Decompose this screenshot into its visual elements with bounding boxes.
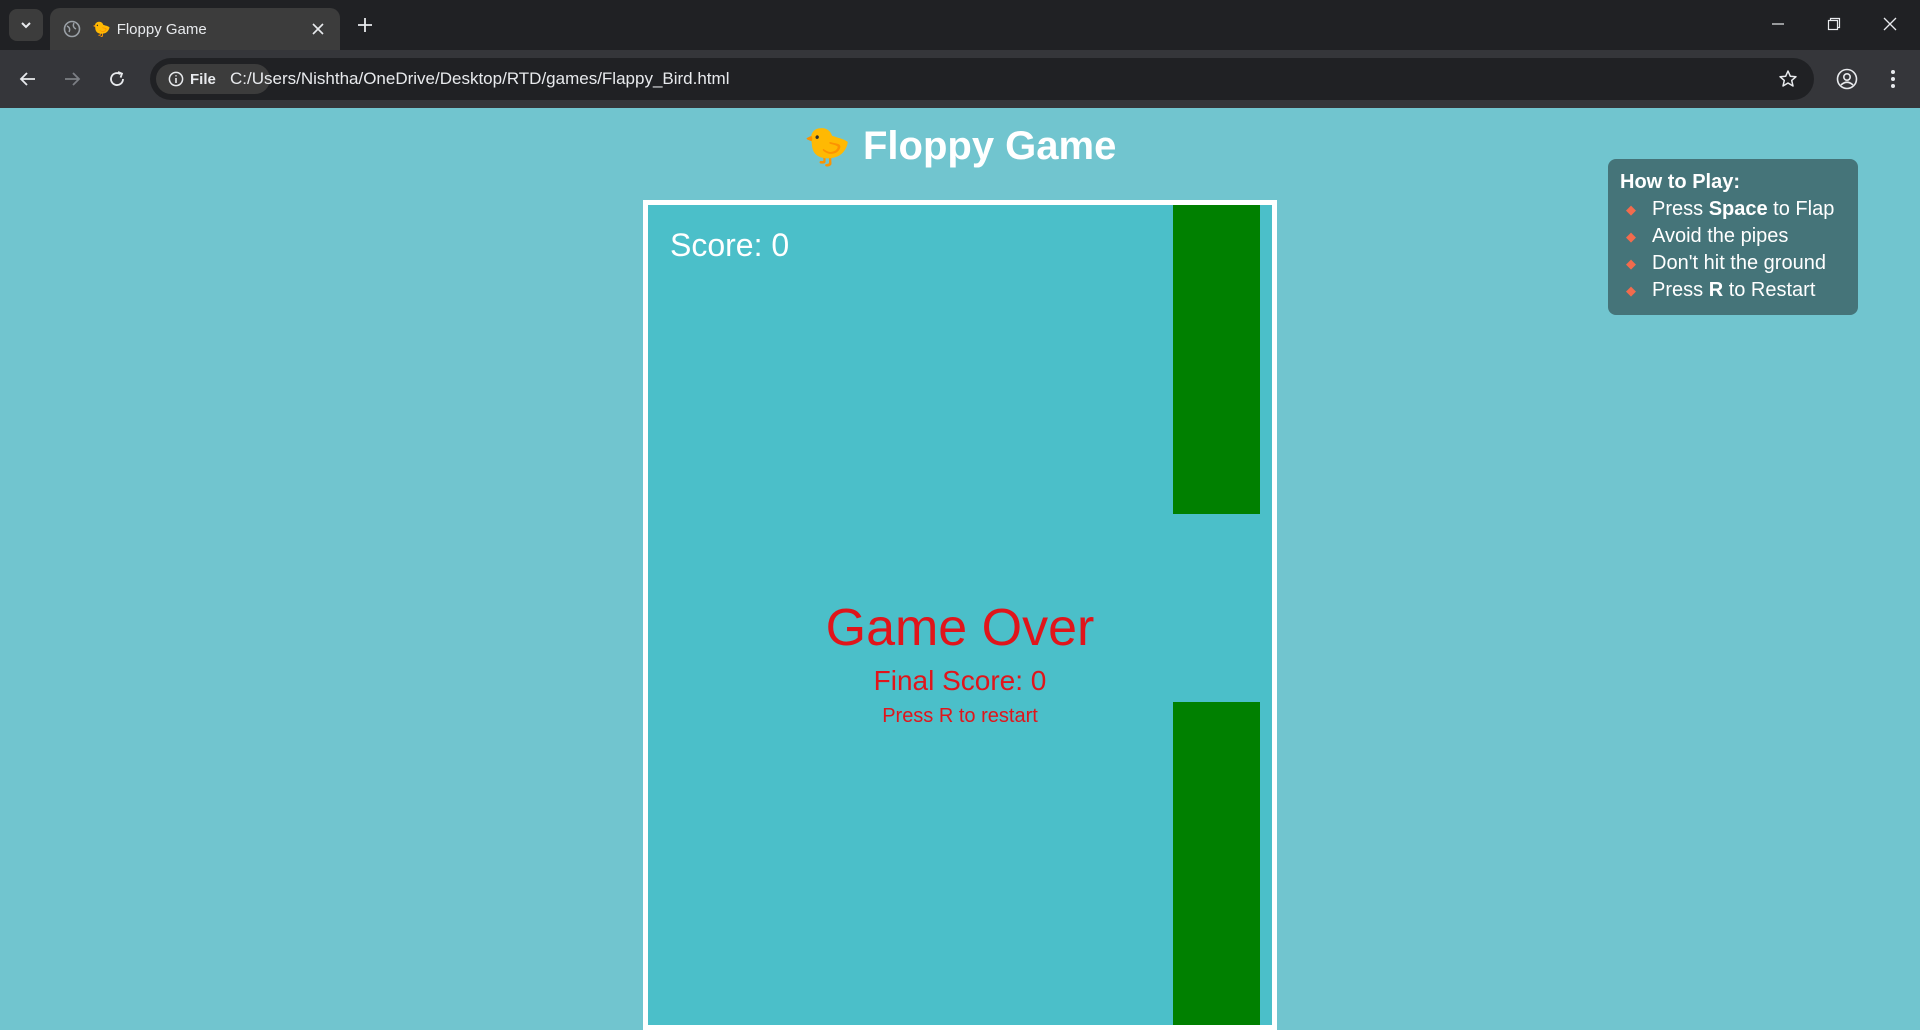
tab-favicon: 🐤 bbox=[92, 21, 111, 38]
browser-toolbar: File C:/Users/Nishtha/OneDrive/Desktop/R… bbox=[0, 50, 1920, 108]
bookmark-star-icon[interactable] bbox=[1776, 67, 1800, 91]
minimize-icon bbox=[1772, 23, 1784, 25]
instruction-key: R bbox=[1708, 279, 1724, 301]
diamond-bullet-icon: ◆ bbox=[1626, 283, 1636, 298]
instruction-item: ◆ Don't hit the ground bbox=[1620, 250, 1846, 277]
url-text[interactable]: C:/Users/Nishtha/OneDrive/Desktop/RTD/ga… bbox=[230, 58, 729, 100]
globe-icon bbox=[62, 19, 82, 39]
instruction-text: to Restart bbox=[1723, 279, 1816, 301]
restore-icon bbox=[1827, 17, 1841, 31]
new-tab-button[interactable] bbox=[352, 12, 378, 38]
restart-hint-text: Press R to restart bbox=[882, 705, 1038, 727]
how-to-play-panel: How to Play: ◆ Press Space to Flap ◆ Avo… bbox=[1608, 159, 1858, 315]
chick-icon: 🐤 bbox=[803, 126, 851, 168]
page-title-text: Floppy Game bbox=[862, 124, 1117, 168]
site-info-label: File bbox=[190, 70, 216, 88]
tab-title: Floppy Game bbox=[116, 20, 207, 38]
how-to-play-heading: How to Play: bbox=[1620, 171, 1741, 193]
reload-icon bbox=[110, 71, 124, 86]
instruction-item: ◆ Press Space to Flap bbox=[1620, 196, 1846, 223]
instruction-item: ◆ Avoid the pipes bbox=[1620, 223, 1846, 250]
chevron-down-icon bbox=[21, 22, 31, 29]
close-window-button[interactable] bbox=[1862, 0, 1918, 48]
profile-icon bbox=[1836, 68, 1858, 90]
final-score-text: Final Score: 0 bbox=[873, 665, 1047, 696]
restore-button[interactable] bbox=[1806, 0, 1862, 48]
diamond-bullet-icon: ◆ bbox=[1626, 202, 1636, 217]
score-display: Score: 0 bbox=[670, 227, 790, 263]
profile-button[interactable] bbox=[1831, 63, 1863, 95]
bottom-pipe bbox=[1173, 702, 1260, 1025]
arrow-right-icon bbox=[65, 72, 81, 86]
game-over-text: Game Over bbox=[825, 599, 1095, 657]
info-icon bbox=[168, 71, 184, 87]
instructions-list: ◆ Press Space to Flap ◆ Avoid the pipes … bbox=[1620, 196, 1846, 304]
menu-button[interactable] bbox=[1877, 63, 1909, 95]
diamond-bullet-icon: ◆ bbox=[1626, 229, 1636, 244]
top-pipe bbox=[1173, 205, 1260, 514]
instruction-text: Press bbox=[1652, 279, 1709, 301]
instruction-text: Don't hit the ground bbox=[1652, 252, 1826, 274]
instruction-item: ◆ Press R to Restart bbox=[1620, 277, 1846, 304]
instruction-text: Avoid the pipes bbox=[1652, 225, 1789, 247]
plus-icon bbox=[358, 18, 372, 32]
tab-strip: 🐤 Floppy Game bbox=[0, 0, 1920, 50]
tab-close-icon[interactable] bbox=[306, 17, 330, 41]
more-vertical-icon bbox=[1891, 70, 1895, 88]
back-button[interactable] bbox=[12, 63, 44, 95]
instruction-text: to Flap bbox=[1767, 198, 1835, 220]
forward-button[interactable] bbox=[56, 63, 88, 95]
minimize-button[interactable] bbox=[1750, 0, 1806, 48]
instruction-text: Press bbox=[1652, 198, 1709, 220]
browser-tab[interactable]: 🐤 Floppy Game bbox=[50, 8, 340, 50]
reload-button[interactable] bbox=[101, 63, 133, 95]
close-icon bbox=[1883, 17, 1897, 31]
instruction-key: Space bbox=[1708, 198, 1768, 220]
diamond-bullet-icon: ◆ bbox=[1626, 256, 1636, 271]
address-bar[interactable]: File C:/Users/Nishtha/OneDrive/Desktop/R… bbox=[150, 58, 1814, 100]
game-canvas[interactable]: Score: 0 Game Over Final Score: 0 Press … bbox=[643, 200, 1277, 1030]
arrow-left-icon bbox=[19, 72, 35, 86]
tab-search-button[interactable] bbox=[9, 9, 43, 41]
